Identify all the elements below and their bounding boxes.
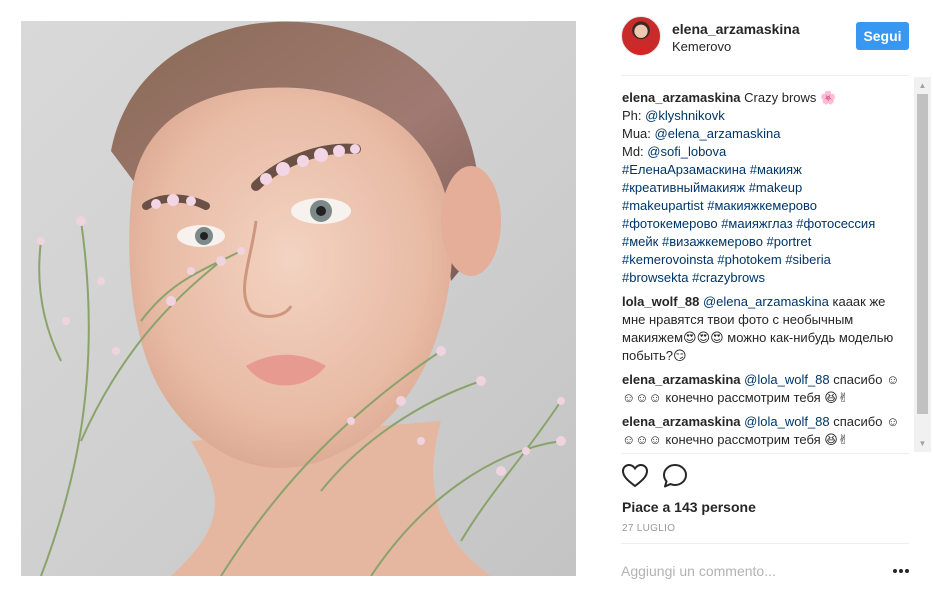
avatar-image (629, 24, 653, 55)
mention-link[interactable]: @elena_arzamaskina (655, 126, 781, 141)
caption-credit-line: Mua: @elena_arzamaskina (622, 126, 781, 141)
divider (621, 453, 909, 454)
scroll-down-arrow-icon[interactable]: ▼ (914, 435, 931, 452)
hashtag-line[interactable]: #мейк #визажкемерово #portret (622, 233, 912, 251)
comment-item: elena_arzamaskina @lola_wolf_88 спасибо … (622, 371, 912, 407)
comment-username[interactable]: lola_wolf_88 (622, 294, 699, 309)
comment-bubble-icon[interactable] (661, 462, 689, 490)
mention-link[interactable]: @lola_wolf_88 (744, 372, 829, 387)
more-options-icon[interactable] (892, 564, 910, 578)
caption-credit-line: Ph: @klyshnikovk (622, 108, 725, 123)
post-date: 27 LUGLIO (622, 523, 676, 534)
post-author-username[interactable]: elena_arzamaskina (672, 21, 800, 37)
scroll-up-arrow-icon[interactable]: ▲ (914, 77, 931, 94)
post-photo[interactable] (21, 21, 576, 576)
post-actions (621, 462, 741, 492)
post-photo-illustration (37, 21, 566, 576)
avatar[interactable] (621, 16, 661, 56)
scroll-thumb[interactable] (917, 94, 928, 414)
hashtag-line[interactable]: #makeupartist #макияжкемерово (622, 197, 912, 215)
post-header: elena_arzamaskina Kemerovo Segui (621, 14, 911, 62)
caption-credit-line: Md: @sofi_lobova (622, 144, 727, 159)
comments-scrollbar[interactable]: ▲ ▼ (914, 77, 931, 452)
add-comment-input[interactable] (621, 560, 881, 582)
divider (621, 75, 909, 76)
caption-text: Crazy brows 🌸 (744, 90, 837, 105)
comments-list[interactable]: elena_arzamaskina Crazy brows 🌸 Ph: @kly… (622, 89, 912, 451)
hashtag-line[interactable]: #фотокемерово #маияжглаз #фотосессия (622, 215, 912, 233)
post-location[interactable]: Kemerovo (672, 39, 731, 54)
hashtag-line[interactable]: #browsekta #crazybrows (622, 269, 912, 287)
caption-username[interactable]: elena_arzamaskina (622, 90, 741, 105)
hashtag-line[interactable]: #kemerovoinsta #photokem #siberia (622, 251, 912, 269)
comment-item: elena_arzamaskina @lola_wolf_88 спасибо … (622, 413, 912, 449)
mention-link[interactable]: @sofi_lobova (647, 144, 726, 159)
mention-link[interactable]: @elena_arzamaskina (703, 294, 829, 309)
hashtag-line[interactable]: #ЕленаАрзамаскина #макияж (622, 161, 912, 179)
heart-icon[interactable] (621, 462, 649, 490)
mention-link[interactable]: @lola_wolf_88 (744, 414, 829, 429)
comment-username[interactable]: elena_arzamaskina (622, 414, 741, 429)
follow-button[interactable]: Segui (856, 22, 909, 50)
comment-item: lola_wolf_88 @elena_arzamaskina кааак же… (622, 293, 912, 365)
caption: elena_arzamaskina Crazy brows 🌸 Ph: @kly… (622, 89, 912, 287)
mention-link[interactable]: @klyshnikovk (645, 108, 725, 123)
comment-username[interactable]: elena_arzamaskina (622, 372, 741, 387)
hashtag-line[interactable]: #креативныймакияж #makeup (622, 179, 912, 197)
likes-count[interactable]: Piace a 143 persone (622, 499, 756, 515)
divider (621, 543, 909, 544)
